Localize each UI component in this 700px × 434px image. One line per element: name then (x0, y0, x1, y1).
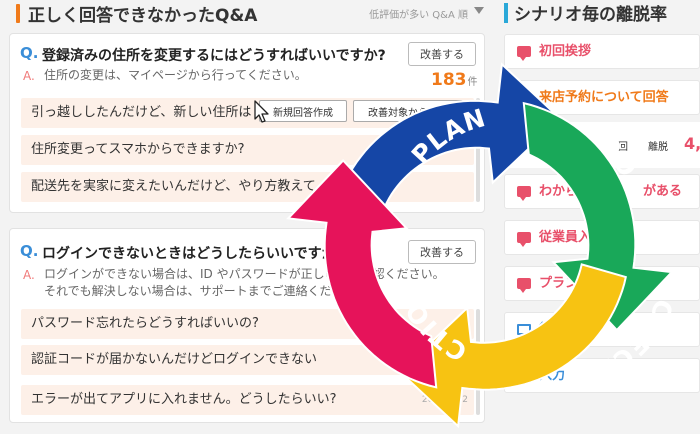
scenario-label: 入力 (539, 368, 566, 383)
list-item[interactable]: パスワード忘れたらどうすればいいの? (21, 309, 474, 339)
scenario-item[interactable]: プランについて (504, 266, 700, 301)
scenario-label: プランについて (539, 276, 630, 291)
list-item-text: エラーが出てアプリに入れません。どうしたらいい? (31, 392, 337, 407)
scenario-item[interactable]: 来店予約について回答 (504, 80, 700, 115)
bad-answers-panel: 正しく回答できなかったQ&A 低評価が多い Q&A 順 Q. 登録済みの住所を変… (0, 0, 496, 434)
section-title: シナリオ毎の離脱率 (514, 5, 667, 25)
section-accent-bar (16, 4, 20, 23)
answer-mark: A. (23, 268, 35, 282)
improve-button[interactable]: 改善する (408, 42, 476, 66)
section-accent-bar (504, 3, 508, 23)
question-mark: Q. (20, 44, 39, 62)
question-text: ログインできないときはどうしたらいいですか? (42, 246, 344, 262)
scenario-item[interactable]: 従業員 (504, 312, 700, 347)
scenario-item[interactable]: わからない がある (504, 174, 700, 209)
list-item[interactable]: 住所変更ってスマホからできますか? (21, 135, 474, 165)
unanswered-count: 183件 (431, 70, 478, 90)
question-text: 登録済みの住所を変更するにはどうすればいいですか? (42, 48, 386, 64)
section-header: 正しく回答できなかったQ&A 低評価が多い Q&A 順 (0, 0, 496, 26)
scenario-label: 来店予約について回答 (539, 90, 669, 105)
stat-value: 4, (684, 134, 700, 153)
question-mark: Q. (20, 242, 39, 260)
new-answer-button[interactable]: 新規回答作成 (259, 100, 347, 122)
book-icon (517, 370, 531, 381)
qa-card-login: Q. ログインできないときはどうしたらいいですか? 改善する A. ログインがで… (9, 228, 485, 423)
answer-text: 住所の変更は、マイページから行ってください。 (44, 68, 307, 82)
scenario-item[interactable]: 入力 (504, 358, 700, 393)
list-item[interactable]: エラーが出てアプリに入れません。どうしたらいい? 2025/05/2 (21, 385, 474, 415)
scenario-dropout-panel: シナリオ毎の離脱率 初回挨拶 来店予約について回答 回 離脱 4, わからない … (500, 0, 700, 434)
chat-bubble-icon (517, 232, 531, 247)
stat-label: 離脱 (648, 142, 668, 153)
count-value: 183 (431, 70, 467, 90)
list-item[interactable]: 認証コードが届かないんだけどログインできない (21, 345, 474, 375)
chat-bubble-icon (517, 186, 531, 201)
list-item[interactable]: 配送先を実家に変えたいんだけど、やり方教えて (21, 172, 474, 202)
scenario-item[interactable]: 初回挨拶 (504, 34, 700, 69)
section-title: 正しく回答できなかったQ&A (28, 6, 258, 26)
list-scrollbar[interactable] (476, 98, 480, 202)
item-date: 2025/05/2 (421, 395, 468, 405)
list-scrollbar[interactable] (476, 309, 480, 415)
stat-label: 回 (618, 142, 628, 153)
sort-select[interactable]: 低評価が多い Q&A 順 (369, 6, 468, 21)
scenario-label: わからない がある (539, 184, 683, 199)
answer-mark: A. (23, 69, 35, 83)
scenario-label: 従業員入力 (539, 230, 605, 245)
scenario-item[interactable]: 従業員入力 (504, 220, 700, 255)
qa-card-address: Q. 登録済みの住所を変更するにはどうすればいいですか? 改善する A. 住所の… (9, 33, 485, 213)
chat-bubble-icon (517, 278, 531, 293)
count-unit: 件 (467, 77, 478, 88)
answer-text-line2: それでも解決しない場合は、サポートまでご連絡ください。 (44, 284, 368, 298)
gear-icon (517, 92, 531, 103)
chevron-down-icon[interactable] (474, 7, 484, 14)
answer-text-line1: ログインができない場合は、ID やパスワードが正しいかご確認ください。 (44, 267, 445, 281)
improve-button[interactable]: 改善する (408, 240, 476, 264)
scenario-label: 従業員 (539, 322, 579, 337)
scenario-label: 初回挨拶 (539, 44, 592, 59)
exclude-button[interactable]: 改善対象から外す (353, 100, 463, 122)
scenario-stats: 回 離脱 4, (504, 122, 700, 168)
book-icon (517, 324, 531, 335)
chat-bubble-icon (517, 46, 531, 61)
mouse-cursor-icon (254, 100, 269, 123)
